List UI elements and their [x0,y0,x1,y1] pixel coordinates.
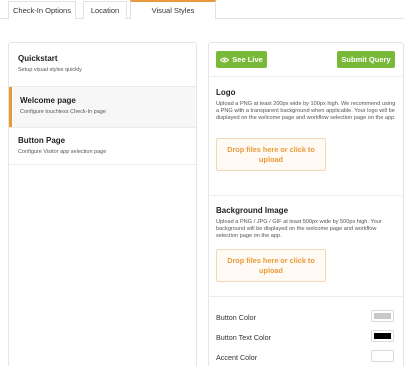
accent-color-picker[interactable] [371,350,394,362]
tab-check-in-options[interactable]: Check-In Options [8,1,76,19]
button-text-color-row: Button Text Color [216,330,396,344]
menu-item-button-page[interactable]: Button Page Configure Visitor app select… [9,129,196,165]
background-section-title: Background Image [216,206,289,215]
menu-item-quickstart[interactable]: Quickstart Setup visual styles quickly [9,49,196,85]
button-color-swatch [374,313,391,319]
menu-item-title: Quickstart [18,54,58,63]
menu-item-welcome-page[interactable]: Welcome page Configure touchless Check-I… [9,86,196,128]
accent-color-swatch [374,353,391,359]
divider [208,195,404,196]
settings-menu-panel: Quickstart Setup visual styles quickly W… [8,42,197,366]
logo-section-title: Logo [216,88,236,97]
menu-item-subtitle: Configure touchless Check-In page [20,109,106,115]
divider [208,76,404,77]
tab-location[interactable]: Location [83,1,127,19]
active-indicator [9,87,12,127]
button-color-row: Button Color [216,310,396,324]
background-upload-dropzone[interactable]: Drop files here or click to upload [216,249,326,282]
menu-item-title: Button Page [18,136,66,145]
see-live-button[interactable]: See Live [216,51,267,68]
button-color-label: Button Color [216,313,256,322]
tab-visual-styles[interactable]: Visual Styles [130,0,216,19]
eye-icon [220,57,230,62]
logo-upload-dropzone[interactable]: Drop files here or click to upload [216,138,326,171]
button-text-color-picker[interactable] [371,330,394,342]
background-section-description: Upload a PNG / JPG / GIF at least 500px … [216,219,382,239]
button-text-color-label: Button Text Color [216,333,271,342]
tab-bar: Check-In Options Location Visual Styles [0,0,404,19]
accent-color-label: Accent Color [216,353,258,362]
menu-item-title: Welcome page [20,96,76,105]
logo-section-description: Upload a PNG at least 200px wide by 100p… [216,101,396,121]
accent-color-row: Accent Color [216,350,396,364]
button-color-picker[interactable] [371,310,394,322]
see-live-label: See Live [232,55,263,64]
submit-query-button[interactable]: Submit Query [337,51,395,68]
menu-item-subtitle: Setup visual styles quickly [18,67,82,73]
divider [208,296,404,297]
button-text-color-swatch [374,333,391,339]
menu-item-subtitle: Configure Visitor app selection page [18,149,107,155]
